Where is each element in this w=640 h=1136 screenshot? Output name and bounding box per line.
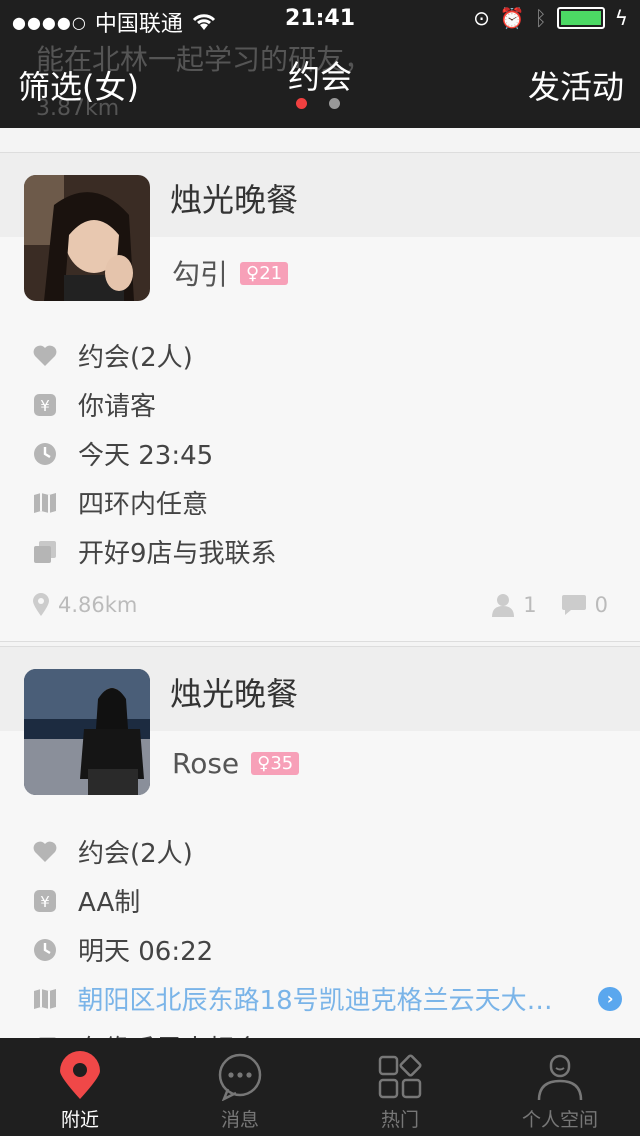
date-time: 明天 06:22 [78,937,214,967]
payment: 你请客 [78,392,157,422]
tab-label: 热门 [380,1109,419,1131]
location-pin-icon [60,1051,100,1099]
date-time: 今天 23:45 [78,441,214,471]
tab-hot[interactable]: 热门 [320,1038,480,1136]
tab-bar: 附近 消息 热门 个人空间 [0,1038,640,1136]
tab-label: 个人空间 [521,1109,598,1131]
svg-text:¥: ¥ [40,397,50,415]
location-pin-icon [33,593,49,616]
username: Rose [172,747,240,780]
map-icon [32,490,58,516]
location: 四环内任意 [78,490,209,520]
location-link[interactable]: 朝阳区北辰东路18号凯迪克格兰云天大酒店 › [32,980,622,1017]
payment: AA制 [78,888,141,918]
map-icon [32,986,58,1012]
avatar[interactable] [24,669,150,795]
bluetooth-icon: ᛒ [534,6,547,30]
top-bar: 能在北林一起学习的研友， 3.87km ●●●●○ 中国联通 21:41 ⊙ ⏰… [0,0,640,128]
participant-count: 1 [523,593,537,617]
yen-icon: ¥ [32,888,58,914]
tab-profile[interactable]: 个人空间 [480,1038,640,1136]
gender-age-badge: ♀35 [251,752,300,775]
card-title: 烛光晚餐 [170,181,299,219]
chevron-right-icon[interactable]: › [598,986,622,1011]
svg-text:¥: ¥ [40,893,50,911]
date-card[interactable]: 烛光晚餐 Rose ♀35 约会(2人) ¥ AA制 明天 06:22 朝阳区北… [0,646,640,1068]
username: 勾引 [172,258,229,291]
date-type: 约会(2人) [78,839,193,869]
note: 开好9店与我联系 [78,539,277,569]
comment-count: 0 [594,593,608,617]
chat-bubble-icon [218,1053,262,1101]
clock-icon [32,937,58,963]
date-card[interactable]: 烛光晚餐 勾引 ♀21 约会(2人) ¥ 你请客 今天 23:45 四环内任意 … [0,152,640,642]
heart-icon [32,343,58,369]
filter-button[interactable]: 筛选(女) [18,62,139,108]
tab-nearby[interactable]: 附近 [0,1038,160,1136]
grid-icon [378,1054,422,1099]
date-type: 约会(2人) [78,343,193,373]
card-title: 烛光晚餐 [170,675,299,713]
person-icon [537,1054,583,1101]
page-indicator [296,98,340,109]
person-icon [492,594,515,617]
distance: 4.86km [58,593,138,617]
alarm-icon: ⏰ [499,6,525,30]
comment-icon [561,595,586,615]
gender-age-badge: ♀21 [240,261,289,285]
tab-label: 附近 [60,1109,99,1131]
status-bar: ●●●●○ 中国联通 21:41 ⊙ ⏰ ᛒ ϟ [0,0,640,40]
battery-icon [556,7,605,29]
note-icon [32,539,58,565]
location[interactable]: 朝阳区北辰东路18号凯迪克格兰云天大酒店 [78,980,579,1017]
heart-icon [32,839,58,865]
post-activity-button[interactable]: 发活动 [528,62,624,108]
rotation-lock-icon: ⊙ [473,6,490,30]
tab-label: 消息 [220,1109,259,1131]
page-dot-active [296,98,307,109]
clock-icon [32,441,58,467]
charging-icon: ϟ [614,6,628,30]
avatar[interactable] [24,175,150,301]
tab-messages[interactable]: 消息 [160,1038,320,1136]
page-dot [329,98,340,109]
yen-icon: ¥ [32,392,58,418]
